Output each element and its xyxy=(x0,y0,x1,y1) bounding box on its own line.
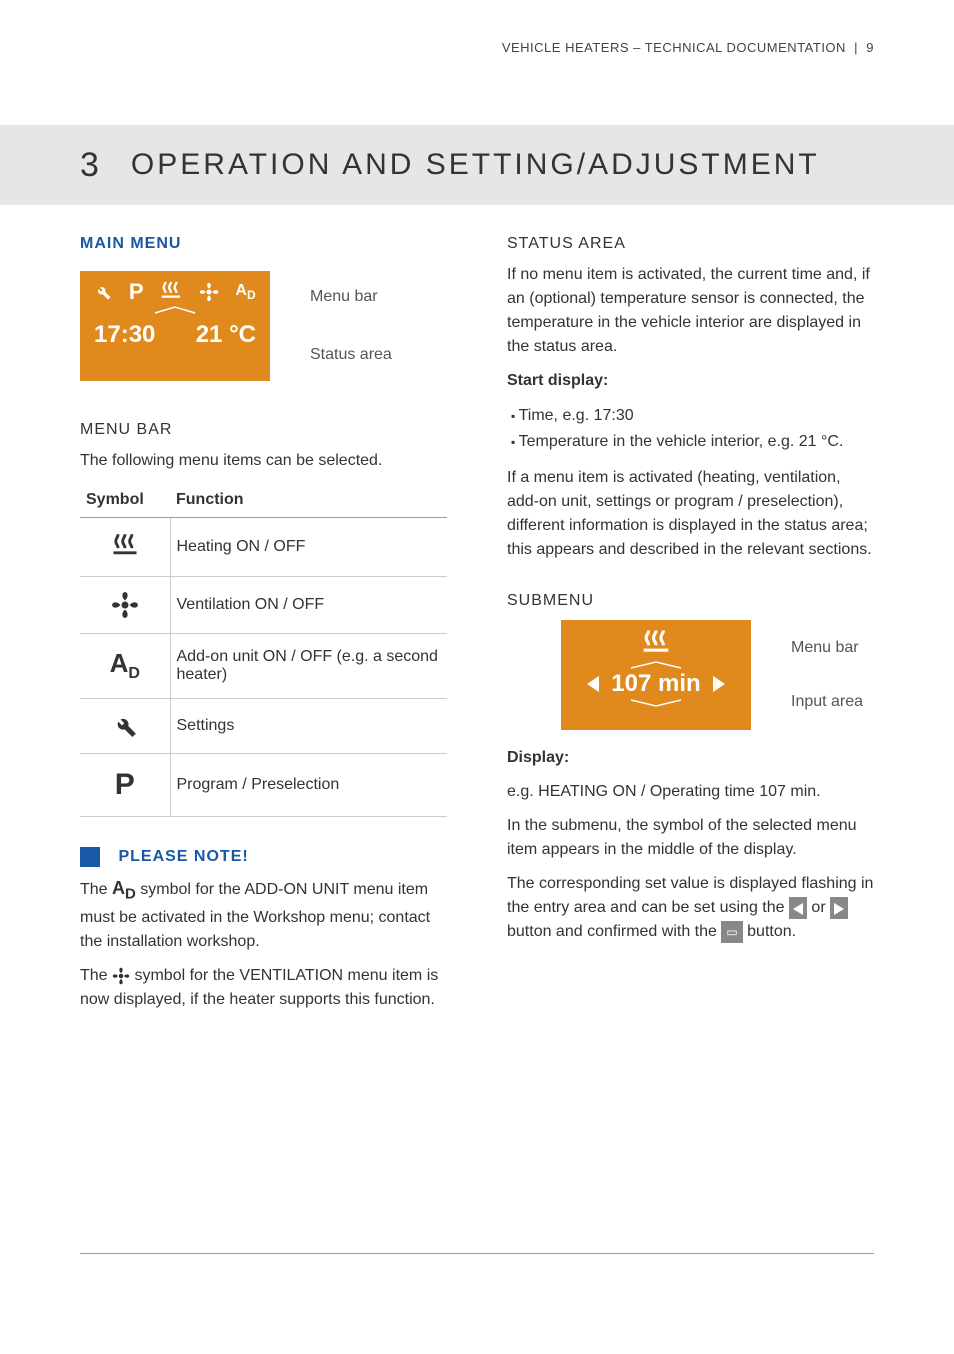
th-symbol: Symbol xyxy=(80,483,170,518)
note-flag-icon xyxy=(80,847,100,867)
main-display-row: P AD 17:30 21 °C Menu xyxy=(80,271,447,381)
sub-p1: In the submenu, the symbol of the select… xyxy=(507,814,874,862)
page-number: 9 xyxy=(866,40,874,55)
left-button-icon xyxy=(789,897,807,919)
status-p2: If a menu item is activated (heating, ve… xyxy=(507,466,874,562)
symbol-table: Symbol Function Heating ON / OFF Ventila… xyxy=(80,483,447,817)
list-item: Temperature in the vehicle interior, e.g… xyxy=(511,429,874,455)
right-button-icon xyxy=(830,897,848,919)
sub-p2: The corresponding set value is displayed… xyxy=(507,872,874,944)
selection-caret xyxy=(80,305,270,315)
chapter-bar: 3 OPERATION AND SETTING/ADJUSTMENT xyxy=(0,125,954,205)
menubar-label: Menu bar xyxy=(310,288,392,306)
input-label: Input area xyxy=(791,693,863,711)
fn-cell: Add-on unit ON / OFF (e.g. a second heat… xyxy=(170,634,447,699)
heating-icon xyxy=(80,518,170,577)
right-column: STATUS AREA If no menu item is activated… xyxy=(507,235,874,1022)
wrench-icon xyxy=(80,699,170,754)
table-row: P Program / Preselection xyxy=(80,754,447,817)
table-row: AD Add-on unit ON / OFF (e.g. a second h… xyxy=(80,634,447,699)
note-p2: The symbol for the VENTILATION menu item… xyxy=(80,964,447,1012)
note-title: PLEASE NOTE! xyxy=(118,848,248,865)
start-display-label: Start display: xyxy=(507,369,874,393)
start-display-list: Time, e.g. 17:30 Temperature in the vehi… xyxy=(507,403,874,454)
status-p1: If no menu item is activated, the curren… xyxy=(507,263,874,359)
caret-up-icon xyxy=(626,660,686,670)
heating-icon xyxy=(160,280,182,304)
note-p1: The AD symbol for the ADD-ON UNIT menu i… xyxy=(80,875,447,954)
ventilation-icon xyxy=(199,282,219,302)
chapter-number: 3 xyxy=(80,146,101,185)
right-arrow-icon xyxy=(713,676,725,692)
th-function: Function xyxy=(170,483,447,518)
main-menu-heading: MAIN MENU xyxy=(80,235,447,253)
ventilation-icon xyxy=(112,967,130,985)
menubar-heading: MENU BAR xyxy=(80,421,447,439)
addon-icon: AD xyxy=(80,634,170,699)
caret-down-icon xyxy=(626,698,686,708)
submenu-value: 107 min xyxy=(611,670,700,698)
menubar-intro: The following menu items can be selected… xyxy=(80,449,447,473)
addon-icon: AD xyxy=(235,282,255,302)
table-row: Heating ON / OFF xyxy=(80,518,447,577)
ok-button-icon: ▭ xyxy=(721,921,742,943)
addon-icon: AD xyxy=(112,878,136,898)
display-eg: e.g. HEATING ON / Operating time 107 min… xyxy=(507,780,874,804)
fn-cell: Heating ON / OFF xyxy=(170,518,447,577)
fn-cell: Program / Preselection xyxy=(170,754,447,817)
status-label: Status area xyxy=(310,346,392,364)
note-block: PLEASE NOTE! The AD symbol for the ADD-O… xyxy=(80,847,447,1012)
ventilation-icon xyxy=(80,577,170,634)
chapter-title: OPERATION AND SETTING/ADJUSTMENT xyxy=(131,148,820,182)
table-row: Ventilation ON / OFF xyxy=(80,577,447,634)
page-header: VEHICLE HEATERS – TECHNICAL DOCUMENTATIO… xyxy=(80,40,874,55)
left-arrow-icon xyxy=(587,676,599,692)
program-icon: P xyxy=(129,279,144,305)
status-heading: STATUS AREA xyxy=(507,235,874,253)
menubar-label: Menu bar xyxy=(791,639,863,657)
heating-icon xyxy=(561,628,751,660)
main-display: P AD 17:30 21 °C xyxy=(80,271,270,381)
wrench-icon xyxy=(94,283,112,301)
doc-title: VEHICLE HEATERS – TECHNICAL DOCUMENTATIO… xyxy=(502,40,846,55)
fn-cell: Ventilation ON / OFF xyxy=(170,577,447,634)
display-temp: 21 °C xyxy=(196,321,256,349)
submenu-display-row: 107 min Menu bar Input area xyxy=(507,620,874,730)
list-item: Time, e.g. 17:30 xyxy=(511,403,874,429)
display-label: Display: xyxy=(507,746,874,770)
left-column: MAIN MENU P AD xyxy=(80,235,447,1022)
submenu-display: 107 min xyxy=(561,620,751,730)
submenu-heading: SUBMENU xyxy=(507,592,874,610)
program-icon: P xyxy=(80,754,170,817)
table-row: Settings xyxy=(80,699,447,754)
fn-cell: Settings xyxy=(170,699,447,754)
display-time: 17:30 xyxy=(94,321,155,349)
footer-rule xyxy=(80,1253,874,1254)
